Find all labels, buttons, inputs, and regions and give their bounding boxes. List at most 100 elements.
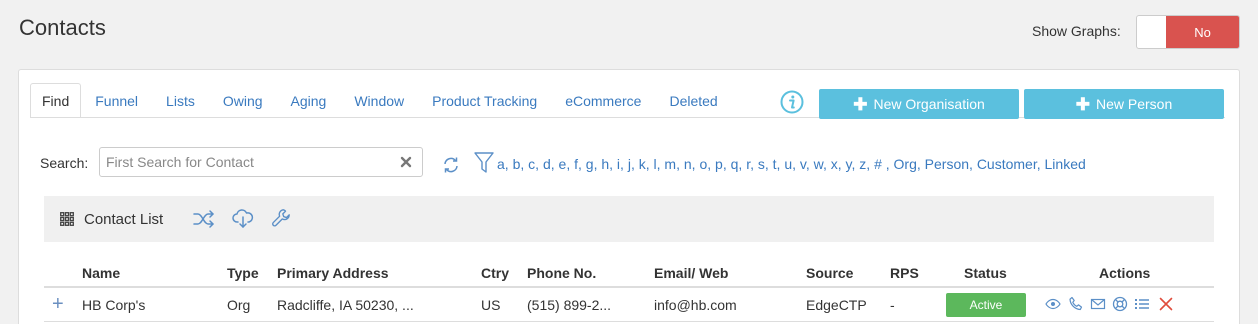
- search-field: [99, 147, 423, 177]
- lifebuoy-icon[interactable]: [1112, 296, 1128, 312]
- cloud-download-icon[interactable]: [232, 209, 254, 229]
- col-ctry[interactable]: Ctry: [481, 265, 509, 281]
- cell-ctry: US: [481, 297, 501, 313]
- grid-icon: [60, 212, 74, 226]
- tab-owing[interactable]: Owing: [209, 83, 277, 118]
- search-label: Search:: [40, 155, 89, 171]
- tab-bar: Find Funnel Lists Owing Aging Window Pro…: [30, 83, 732, 118]
- filter-link-m[interactable]: m: [664, 156, 676, 172]
- status-badge: Active: [946, 293, 1026, 317]
- col-source[interactable]: Source: [806, 265, 853, 281]
- new-person-label: New Person: [1095, 96, 1173, 112]
- envelope-icon[interactable]: [1090, 296, 1106, 312]
- filter-link-org[interactable]: Org: [894, 156, 917, 172]
- col-actions: Actions: [1099, 265, 1151, 281]
- filter-separator: ,: [750, 156, 758, 172]
- filter-separator: ,: [969, 156, 977, 172]
- plus-icon: ✚: [1075, 94, 1090, 114]
- cell-type: Org: [227, 297, 251, 313]
- filter-link-k[interactable]: k: [639, 156, 646, 172]
- filter-separator: ,: [566, 156, 575, 172]
- expand-plus-icon[interactable]: +: [52, 294, 64, 314]
- tab-deleted[interactable]: Deleted: [655, 83, 731, 118]
- filter-separator: ,: [577, 156, 586, 172]
- filter-link-n[interactable]: n: [684, 156, 692, 172]
- tab-aging[interactable]: Aging: [277, 83, 341, 118]
- col-type[interactable]: Type: [227, 265, 259, 281]
- filter-separator: ,: [620, 156, 628, 172]
- col-rps[interactable]: RPS: [890, 265, 919, 281]
- page-title: Contacts: [19, 15, 106, 40]
- col-phone[interactable]: Phone No.: [527, 265, 596, 281]
- filter-link-a[interactable]: a: [497, 156, 505, 172]
- plus-icon: ✚: [853, 94, 868, 114]
- cell-email[interactable]: info@hb.com: [654, 297, 737, 313]
- new-person-button[interactable]: ✚ New Person: [1024, 89, 1224, 119]
- filter-separator: ,: [676, 156, 684, 172]
- tab-product-tracking[interactable]: Product Tracking: [418, 83, 551, 118]
- new-organisation-button[interactable]: ✚ New Organisation: [819, 89, 1019, 119]
- filter-separator: ,: [805, 156, 814, 172]
- shuffle-icon[interactable]: [193, 209, 215, 229]
- filter-separator: ,: [881, 156, 894, 172]
- clear-icon[interactable]: [400, 156, 412, 168]
- tab-lists[interactable]: Lists: [152, 83, 209, 118]
- filter-link-g[interactable]: g: [586, 156, 594, 172]
- filter-link-linked[interactable]: Linked: [1045, 156, 1086, 172]
- search-input[interactable]: [100, 148, 390, 176]
- show-graphs-label: Show Graphs:: [1032, 23, 1121, 39]
- filter-separator: ,: [1036, 156, 1045, 172]
- filter-separator: ,: [645, 156, 654, 172]
- tab-window[interactable]: Window: [340, 83, 418, 118]
- filter-separator: ,: [535, 156, 543, 172]
- filter-separator: ,: [630, 156, 639, 172]
- cell-name[interactable]: HB Corp's: [82, 297, 145, 313]
- filter-link-customer[interactable]: Customer: [977, 156, 1037, 172]
- info-icon[interactable]: [780, 90, 804, 114]
- wrench-icon[interactable]: [270, 208, 292, 228]
- filter-separator: ,: [837, 156, 846, 172]
- cell-source: EdgeCTP: [806, 297, 867, 313]
- filter-link-hash[interactable]: #: [874, 156, 882, 172]
- tab-find[interactable]: Find: [30, 83, 82, 118]
- filter-separator: ,: [722, 156, 731, 172]
- filter-link-person[interactable]: Person: [925, 156, 969, 172]
- table-row[interactable]: + HB Corp's Org Radcliffe, IA 50230, ...…: [44, 289, 1214, 322]
- filter-link-p[interactable]: p: [715, 156, 723, 172]
- refresh-icon[interactable]: [442, 156, 460, 174]
- filter-separator: ,: [504, 156, 513, 172]
- tab-ecommerce[interactable]: eCommerce: [551, 83, 655, 118]
- phone-icon[interactable]: [1068, 296, 1084, 312]
- show-graphs-toggle[interactable]: No: [1136, 15, 1240, 49]
- filter-link-u[interactable]: u: [784, 156, 792, 172]
- delete-icon[interactable]: [1158, 296, 1174, 312]
- cell-rps: -: [890, 297, 895, 313]
- filter-link-d[interactable]: d: [543, 156, 551, 172]
- filter-link-w[interactable]: w: [814, 156, 823, 172]
- filter-separator: ,: [866, 156, 875, 172]
- col-primary-address[interactable]: Primary Address: [277, 265, 389, 281]
- contacts-panel: Find Funnel Lists Owing Aging Window Pro…: [18, 69, 1240, 324]
- filter-separator: ,: [707, 156, 716, 172]
- filter-link-s[interactable]: s: [758, 156, 765, 172]
- toggle-value: No: [1166, 16, 1239, 48]
- col-name[interactable]: Name: [82, 265, 120, 281]
- filter-separator: ,: [822, 156, 831, 172]
- alphabet-filter: a, b, c, d, e, f, g, h, i, j, k, l, m, n…: [497, 156, 1086, 172]
- filter-link-h[interactable]: h: [601, 156, 609, 172]
- new-organisation-label: New Organisation: [873, 96, 985, 112]
- filter-separator: ,: [609, 156, 617, 172]
- col-status[interactable]: Status: [964, 265, 1007, 281]
- filter-separator: ,: [520, 156, 529, 172]
- contact-list-toolbar: Contact List: [44, 196, 1214, 242]
- filter-separator: ,: [764, 156, 773, 172]
- filter-icon[interactable]: [474, 152, 494, 174]
- filter-separator: ,: [550, 156, 559, 172]
- col-email-web[interactable]: Email/ Web: [654, 265, 728, 281]
- cell-phone: (515) 899-2...: [527, 297, 612, 313]
- filter-link-x[interactable]: x: [831, 156, 838, 172]
- list-icon[interactable]: [1134, 296, 1150, 312]
- tab-funnel[interactable]: Funnel: [81, 83, 152, 118]
- filter-separator: ,: [792, 156, 800, 172]
- eye-icon[interactable]: [1045, 296, 1061, 312]
